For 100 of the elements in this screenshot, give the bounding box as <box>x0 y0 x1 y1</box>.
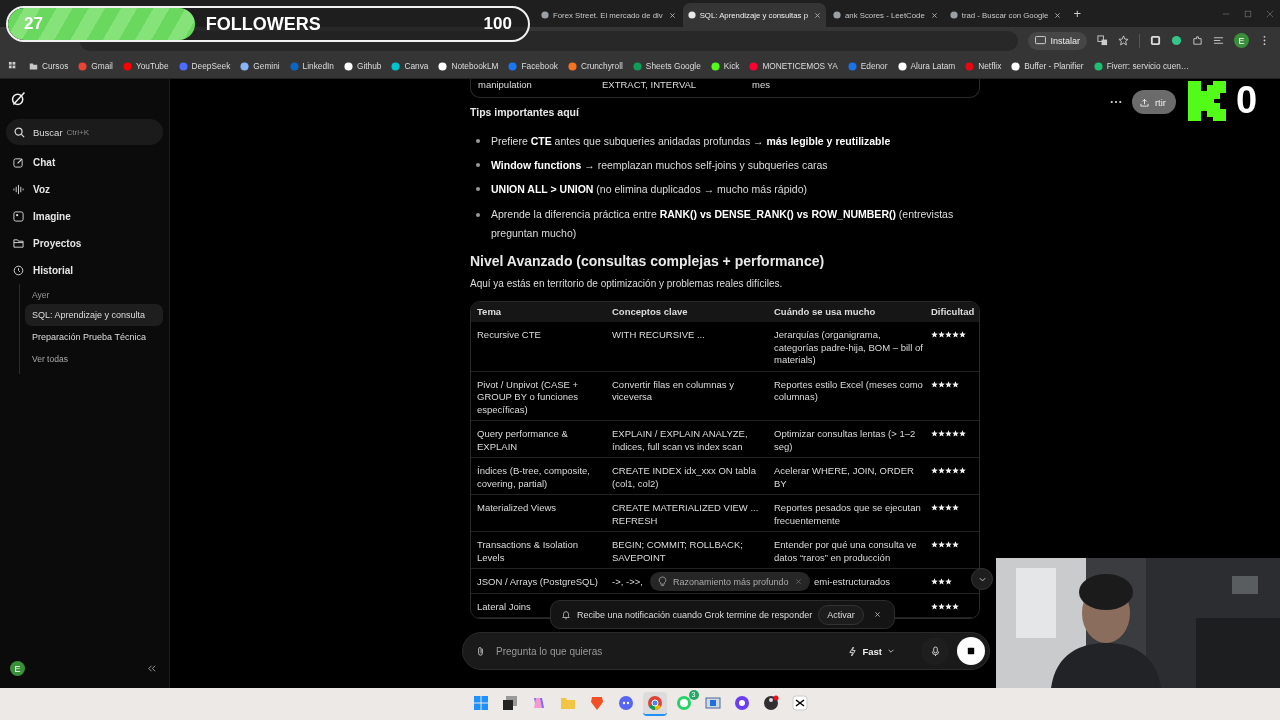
nav-item[interactable]: Imagine <box>6 203 163 230</box>
address-field[interactable] <box>80 30 1019 51</box>
stop-button[interactable] <box>957 637 985 665</box>
nav-item[interactable]: Historial <box>6 257 163 284</box>
bookmark[interactable]: NotebookLM <box>438 61 499 71</box>
table-cell-text: Índices (B-tree, composite, covering, partial) <box>477 465 591 490</box>
bookmark[interactable]: Gmail <box>78 61 113 71</box>
search-field[interactable]: Buscar Ctrl+K <box>6 119 163 145</box>
goal-count: 100 <box>483 14 512 34</box>
bookmark[interactable]: Facebook <box>508 61 558 71</box>
bolt-icon <box>848 645 858 657</box>
table-cell-text: EXPLAIN / EXPLAIN ANALYZE, índices, full scan vs index scan <box>612 428 749 453</box>
caret-icon <box>887 647 895 655</box>
page-icon <box>687 11 696 19</box>
table-cell-text: Reportes pesados que se ejecutan frecuentemente <box>774 502 922 527</box>
section-heading: Nivel Avanzado (consultas complejas + performance) <box>470 252 826 271</box>
table-cell: EXTRACT, INTERVAL <box>602 79 697 90</box>
nav-item[interactable]: Voz <box>6 176 163 203</box>
nav-item[interactable]: Proyectos <box>6 230 163 257</box>
follower-count: 27 <box>24 14 43 34</box>
app-icon <box>791 695 808 711</box>
suggestion-chip[interactable]: Razonamiento más profundo <box>650 572 810 591</box>
menu-icon[interactable] <box>1213 35 1224 46</box>
app-icon <box>559 695 576 711</box>
maximize-icon[interactable] <box>1244 9 1252 18</box>
table-cell-text: Transactions & Isolation Levels <box>477 539 580 564</box>
extension-icon[interactable] <box>1150 35 1161 46</box>
more-icon[interactable] <box>1109 100 1122 104</box>
mode-selector[interactable]: Fast <box>842 644 901 658</box>
table-cell: Jerarquías (organigrama, categorías padre-hija, BOM – bill of materials) <box>774 329 923 367</box>
bookmark[interactable]: Cursos <box>29 61 69 71</box>
bookmark[interactable]: YouTube <box>122 61 169 71</box>
bookmark[interactable]: Canva <box>391 61 429 71</box>
bookmark[interactable]: Github <box>343 61 382 71</box>
bullet-icon <box>476 163 480 167</box>
lightbulb-icon <box>658 576 667 587</box>
close-icon[interactable] <box>930 11 938 19</box>
puzzle-icon[interactable] <box>1192 35 1203 46</box>
table-cell: emi-estructurados <box>814 576 891 589</box>
close-icon[interactable] <box>873 611 881 618</box>
user-avatar[interactable]: E <box>10 661 25 676</box>
table-cell: WITH RECURSIVE ... <box>612 329 705 342</box>
bookmark[interactable]: Sheets Google <box>632 61 701 71</box>
tip-text: UNION ALL > UNION (no elimina duplicados → mucho más rápido) <box>491 182 807 197</box>
activate-button[interactable]: Activar <box>818 604 864 625</box>
bookmark[interactable]: Buffer - Planifier <box>1011 61 1084 71</box>
app-icon <box>704 695 721 711</box>
collapse-icon[interactable] <box>146 663 157 674</box>
bookmark[interactable]: Kick <box>710 61 740 71</box>
table-cell-text: Optimizar consultas lentas (> 1–2 seg) <box>774 428 917 453</box>
tip-text: Prefiere CTE antes que subqueries anidadas profundas → más legible y reutilizable <box>491 134 891 149</box>
bookmark[interactable]: LinkedIn <box>289 61 334 71</box>
logo-icon[interactable] <box>10 90 27 107</box>
folder-icon <box>13 238 24 249</box>
app-icon <box>733 695 750 711</box>
nav-item[interactable]: Chat <box>6 149 163 176</box>
stop-icon <box>967 647 975 655</box>
bookmark[interactable]: Edenor <box>847 61 888 71</box>
close-icon[interactable] <box>1054 11 1062 19</box>
page-icon <box>949 11 958 19</box>
extension-icon[interactable] <box>1171 35 1182 46</box>
tip-text: Aprende la diferencia práctica entre RANK() vs DENSE_RANK() vs ROW_NUMBER() (entrevistas preguntan mucho) <box>491 207 955 241</box>
table-cell-text: Pivot / Unpivot (CASE + GROUP BY o funciones específicas) <box>477 378 580 416</box>
section-title: Tips importantes aquí <box>470 105 580 120</box>
profile-avatar[interactable]: E <box>1234 33 1249 48</box>
microphone-button[interactable] <box>921 637 949 665</box>
history-item[interactable]: SQL: Aprendizaje y consulta <box>25 304 163 326</box>
app-icon <box>617 695 634 711</box>
image-icon <box>13 211 24 222</box>
install-button[interactable]: Instalar <box>1028 31 1087 50</box>
table-cell-text: CREATE MATERIALIZED VIEW ... REFRESH <box>612 502 760 527</box>
app-icon <box>501 695 518 711</box>
new-tab-button[interactable]: + <box>1068 6 1087 21</box>
bullet-icon <box>476 212 480 217</box>
share-button[interactable]: rtir <box>1131 90 1176 114</box>
star-icon[interactable] <box>1118 35 1129 46</box>
history-group-label: Ayer <box>31 289 51 302</box>
bookmark[interactable]: Crunchyroll <box>567 61 623 71</box>
microphone-icon <box>930 645 940 657</box>
bookmark[interactable]: MONETICEMOS YA <box>749 61 838 71</box>
bookmark[interactable]: Netflix <box>965 61 1002 71</box>
message-input[interactable]: Pregunta lo que quieras <box>494 644 835 658</box>
attach-icon[interactable] <box>475 645 486 657</box>
paragraph: Aquí ya estás en territorio de optimización y problemas reales difíciles. <box>470 277 784 291</box>
table-cell: JSON / Arrays (PostgreSQL) <box>477 576 598 589</box>
app-icon <box>762 695 779 711</box>
table-cell-text: Acelerar WHERE, JOIN, ORDER BY <box>774 465 915 490</box>
translate-icon[interactable] <box>1097 35 1108 46</box>
bookmark[interactable]: Gemini <box>240 61 280 71</box>
history-item[interactable]: Preparación Prueba Técnica <box>25 326 163 348</box>
bookmark[interactable]: Alura Latam <box>897 61 956 71</box>
close-icon[interactable] <box>814 11 821 19</box>
bookmark[interactable]: Fiverr: servicio cuen… <box>1093 61 1190 71</box>
app-icon <box>675 695 692 711</box>
bookmark[interactable]: DeepSeek <box>178 61 231 71</box>
column-header: Cuándo se usa mucho <box>774 305 876 319</box>
see-all-link[interactable]: Ver todas <box>25 348 163 370</box>
close-icon[interactable] <box>668 11 676 19</box>
goal-label: FOLLOWERS <box>205 13 321 35</box>
logo-icon <box>1188 81 1226 121</box>
